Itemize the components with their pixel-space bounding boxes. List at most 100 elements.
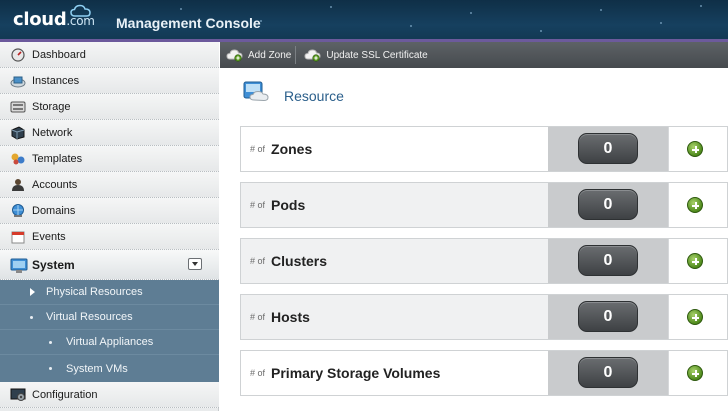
resource-count[interactable]: 0 — [578, 357, 638, 388]
sidebar-item-label: Events — [32, 230, 66, 243]
resource-count[interactable]: 0 — [578, 189, 638, 220]
bullet-icon — [49, 367, 52, 370]
resource-icon — [242, 80, 270, 111]
sidebar-item-templates[interactable]: Templates — [0, 146, 219, 172]
add-cell — [668, 127, 727, 171]
console-title: Management Console — [116, 15, 261, 31]
update-ssl-certificate-button[interactable]: Update SSL Certificate — [304, 42, 428, 68]
resource-name: Primary Storage Volumes — [271, 365, 441, 381]
resource-count[interactable]: 0 — [578, 301, 638, 332]
resource-count[interactable]: 0 — [578, 133, 638, 164]
add-host-plus-icon[interactable] — [687, 309, 703, 325]
resource-row-pods: # of Pods 0 — [240, 182, 728, 228]
sidebar-item-system[interactable]: System — [0, 250, 219, 280]
resource-name: Hosts — [271, 309, 310, 325]
bullet-icon — [30, 315, 33, 319]
resource-name: Clusters — [271, 253, 328, 269]
sidebar-item-label: System — [32, 257, 75, 272]
add-zone-plus-icon[interactable] — [687, 141, 703, 157]
count-prefix: # of — [250, 200, 266, 210]
resource-row-zones: # of Zones 0 — [240, 126, 728, 172]
instances-icon — [10, 74, 26, 88]
add-cloud-icon — [304, 48, 322, 62]
toolbar-separator — [295, 46, 297, 64]
resource-label-cell: # of Hosts — [241, 295, 548, 339]
domains-icon — [10, 203, 26, 218]
resource-name: Pods — [271, 197, 306, 213]
storage-icon — [10, 100, 26, 114]
sidebar-item-label: Dashboard — [32, 48, 86, 61]
resource-row-clusters: # of Clusters 0 — [240, 238, 728, 284]
add-cell — [668, 239, 727, 283]
sidebar-item-label: Instances — [32, 74, 80, 87]
app-header: cloud.com Management Console — [0, 0, 728, 42]
cloud-logo-icon — [70, 4, 91, 17]
sidebar-item-label: Storage — [32, 100, 71, 113]
resource-label-cell: # of Pods — [241, 183, 548, 227]
add-cell — [668, 183, 727, 227]
sidebar-item-label: Domains — [32, 204, 76, 217]
count-prefix: # of — [250, 312, 266, 322]
add-zone-label: Add Zone — [248, 49, 292, 61]
resource-label-cell: # of Zones — [241, 127, 548, 171]
accounts-icon — [10, 178, 26, 192]
sidebar-item-configuration[interactable]: Configuration — [0, 382, 219, 408]
resource-count-cell: 0 — [548, 295, 668, 339]
subnav-item-physical-resources[interactable]: Physical Resources — [0, 280, 219, 305]
dashboard-icon — [10, 47, 26, 62]
network-icon — [10, 125, 26, 140]
add-cloud-icon — [226, 48, 244, 62]
update-ssl-label: Update SSL Certificate — [326, 49, 428, 61]
add-zone-button[interactable]: Add Zone — [226, 42, 291, 68]
resource-label-cell: # of Clusters — [241, 239, 548, 283]
subnav-item-system-vms[interactable]: System VMs — [0, 356, 219, 381]
sidebar-item-storage[interactable]: Storage — [0, 94, 219, 120]
bullet-icon — [49, 340, 52, 344]
resource-name: Zones — [271, 141, 313, 157]
sidebar: Dashboard Instances Storage Network Temp… — [0, 42, 219, 411]
system-collapse-button[interactable] — [188, 258, 202, 270]
count-prefix: # of — [250, 256, 266, 266]
resource-label-cell: # of Primary Storage Volumes — [241, 351, 548, 395]
main-content: Resource # of Zones 0 # of Pods 0 # of C… — [220, 68, 728, 411]
resource-row-primary-storage: # of Primary Storage Volumes 0 — [240, 350, 728, 396]
templates-icon — [10, 152, 26, 166]
subnav-item-label: Physical Resources — [46, 286, 143, 298]
count-prefix: # of — [250, 368, 266, 378]
section-title: Resource — [284, 87, 344, 104]
section-header: Resource — [242, 80, 344, 111]
add-pod-plus-icon[interactable] — [687, 197, 703, 213]
sidebar-item-instances[interactable]: Instances — [0, 68, 219, 94]
system-icon — [10, 258, 28, 273]
resource-row-hosts: # of Hosts 0 — [240, 294, 728, 340]
sidebar-item-events[interactable]: Events — [0, 224, 219, 250]
subnav-item-label: Virtual Resources — [46, 311, 133, 323]
resource-count-cell: 0 — [548, 351, 668, 395]
count-prefix: # of — [250, 144, 266, 154]
sidebar-item-label: Templates — [32, 152, 83, 165]
expand-arrow-icon — [30, 288, 35, 296]
sidebar-item-label: Accounts — [32, 178, 78, 191]
resource-count[interactable]: 0 — [578, 245, 638, 276]
sidebar-item-network[interactable]: Network — [0, 120, 219, 146]
sidebar-item-domains[interactable]: Domains — [0, 198, 219, 224]
add-cluster-plus-icon[interactable] — [687, 253, 703, 269]
sidebar-item-dashboard[interactable]: Dashboard — [0, 42, 219, 68]
logo-text: cloud — [13, 9, 67, 30]
system-subnav: Physical Resources Virtual Resources Vir… — [0, 280, 219, 382]
subnav-item-virtual-resources[interactable]: Virtual Resources — [0, 305, 219, 330]
subnav-item-label: System VMs — [66, 362, 128, 375]
add-cell — [668, 295, 727, 339]
add-primary-storage-plus-icon[interactable] — [687, 365, 703, 381]
configuration-icon — [10, 388, 26, 402]
subnav-item-virtual-appliances[interactable]: Virtual Appliances — [0, 330, 219, 355]
action-toolbar: Add Zone Update SSL Certificate — [220, 42, 728, 68]
sidebar-item-label: Network — [32, 126, 73, 139]
add-cell — [668, 351, 727, 395]
resource-count-cell: 0 — [548, 239, 668, 283]
sidebar-item-accounts[interactable]: Accounts — [0, 172, 219, 198]
sidebar-item-label: Configuration — [32, 388, 98, 401]
resource-count-cell: 0 — [548, 127, 668, 171]
resource-count-cell: 0 — [548, 183, 668, 227]
events-icon — [10, 230, 26, 244]
